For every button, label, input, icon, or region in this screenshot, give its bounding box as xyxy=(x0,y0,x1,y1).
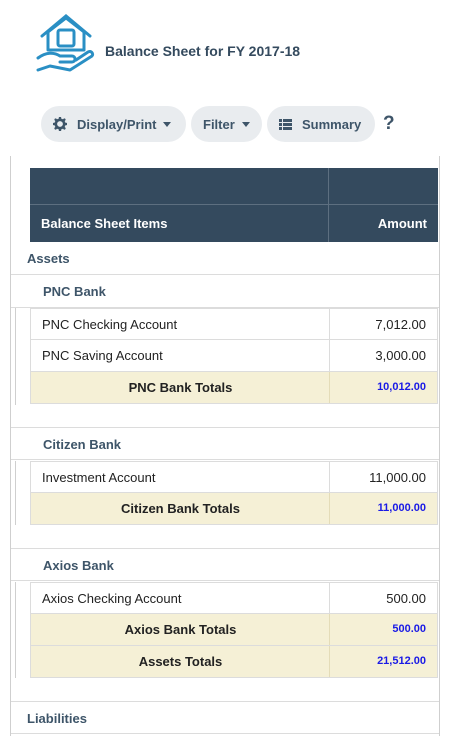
table-row: PNC Checking Account 7,012.00 xyxy=(30,308,438,340)
section-liabilities: Liabilities xyxy=(11,701,439,734)
group-total-row: PNC Bank Totals 10,012.00 xyxy=(30,372,438,404)
display-print-button[interactable]: Display/Print xyxy=(41,106,186,142)
display-print-label: Display/Print xyxy=(77,116,157,132)
group-header: Citizen Bank xyxy=(11,427,439,460)
group-total-label: Axios Bank Totals xyxy=(124,622,237,637)
filter-button[interactable]: Filter xyxy=(191,106,262,142)
group-total-label: PNC Bank Totals xyxy=(128,380,233,395)
page-header: Balance Sheet for FY 2017-18 xyxy=(0,0,450,100)
account-amount: 500.00 xyxy=(386,591,426,606)
group-header: PNC Bank xyxy=(11,275,439,308)
table-row: Investment Account 11,000.00 xyxy=(30,461,438,493)
summary-button[interactable]: Summary xyxy=(267,106,375,142)
assets-total-label: Assets Totals xyxy=(138,654,223,669)
table-header: Balance Sheet Items Amount xyxy=(30,205,438,242)
assets-total-amount: 21,512.00 xyxy=(377,655,426,667)
account-name: Axios Checking Account xyxy=(42,591,182,606)
group-total-amount: 11,000.00 xyxy=(377,502,426,514)
table-row: PNC Saving Account 3,000.00 xyxy=(30,340,438,372)
group-total-label: Citizen Bank Totals xyxy=(121,501,240,516)
group-total-row: Citizen Bank Totals 11,000.00 xyxy=(30,493,438,525)
chevron-down-icon xyxy=(241,121,250,127)
assets-total-row: Assets Totals 21,512.00 xyxy=(30,646,438,678)
column-header-items: Balance Sheet Items xyxy=(41,216,168,231)
chevron-down-icon xyxy=(163,121,172,127)
group-total-amount: 500.00 xyxy=(392,623,426,635)
report-right-border xyxy=(439,156,440,736)
filter-label: Filter xyxy=(203,116,235,132)
house-in-hand-icon xyxy=(36,12,96,74)
group-total-row: Axios Bank Totals 500.00 xyxy=(30,614,438,646)
list-icon xyxy=(279,118,292,130)
account-name: Investment Account xyxy=(42,470,156,485)
group-total-amount: 10,012.00 xyxy=(377,381,426,393)
help-button[interactable]: ? xyxy=(383,113,395,135)
section-assets: Assets xyxy=(11,242,439,275)
gear-icon xyxy=(53,117,67,131)
summary-label: Summary xyxy=(302,116,362,132)
balance-sheet-report: Balance Sheet Items Amount Assets PNC Ba… xyxy=(10,156,440,736)
column-header-amount: Amount xyxy=(377,216,427,231)
account-amount: 7,012.00 xyxy=(375,317,426,332)
page-title: Balance Sheet for FY 2017-18 xyxy=(105,43,301,59)
table-header-top xyxy=(30,168,438,205)
group-header: Axios Bank xyxy=(11,548,439,581)
table-row: Axios Checking Account 500.00 xyxy=(30,582,438,614)
account-name: PNC Checking Account xyxy=(42,317,178,332)
account-amount: 11,000.00 xyxy=(369,470,426,485)
account-amount: 3,000.00 xyxy=(375,348,426,363)
account-name: PNC Saving Account xyxy=(42,348,163,363)
